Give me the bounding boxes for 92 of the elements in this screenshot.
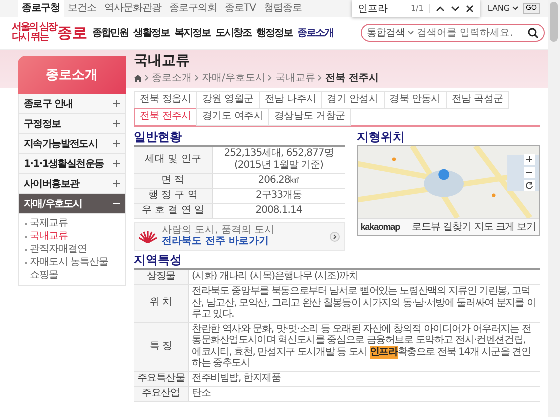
caret-icon [408, 31, 414, 35]
table-cell: 2008.1.14 [212, 204, 345, 218]
city-tab[interactable]: 경기도 여주시 [196, 108, 270, 126]
zoom-out-icon[interactable] [524, 167, 535, 178]
sidebar-item[interactable]: 구정정보 [19, 114, 125, 134]
table-cell: 전라북도 중앙부를 북동으로부터 남서로 뻗어있는 노령산맥의 지류인 기린봉, 고덕산, 남고산, 모악산, 그리고 완산 칠봉등이 시가지의 동·남·서방에 둘러싸여 분지를 이루고 있다. [188, 284, 540, 322]
page-title: 국내교류 [134, 53, 191, 70]
table-cell: 206.28㎢ [212, 174, 345, 188]
top-link[interactable]: 종로TV [221, 0, 260, 17]
table-header-cell: 행 정 구 역 [134, 188, 213, 204]
close-icon[interactable] [466, 4, 474, 12]
search-scope-select[interactable]: 통합검색 [367, 26, 405, 40]
minus-icon [113, 200, 120, 207]
table-cell: 찬란한 역사와 문화, 맛·멋·소리 등 오래된 자산에 창의적 아이디어가 어우러지는 전통문화산업도시이며 혁신도시를 중심으로 금융허브로 도약하고 전시·컨벤션건립, 에코시티, 효천, 만성지구 도시개발 등 도시 인프라확충으로 전북 14개 시군을 견인하는 중추도시 [188, 322, 540, 371]
table-cell: 탄소 [188, 386, 540, 401]
nav-item[interactable]: 생활정보 [133, 26, 170, 40]
chevron-right-icon [145, 75, 149, 81]
refresh-icon[interactable] [524, 180, 535, 191]
submenu-item[interactable]: 국제교류 [30, 217, 68, 230]
city-tab[interactable]: 전남 곡성군 [446, 91, 510, 109]
match-count: 1/1 [410, 4, 430, 13]
sidebar-title-banner: 종로소개 [18, 56, 126, 94]
map-link[interactable]: 로드뷰 [412, 220, 440, 234]
city-tab[interactable]: 경기 안성시 [321, 91, 385, 109]
nav-item[interactable]: 종합민원 [92, 26, 128, 40]
search-icon[interactable] [528, 28, 539, 38]
table-cell: 2구33개동 [212, 188, 345, 204]
top-link[interactable]: 역사문화관광 [100, 0, 166, 17]
table-header-cell: 특 징 [134, 322, 188, 371]
language-select[interactable]: LANG [488, 4, 520, 13]
table-header-cell: 우 호 결 연 일 [134, 204, 213, 218]
sidebar-item[interactable]: 사이버홍보관 [19, 174, 125, 194]
find-query[interactable]: 인프라 [358, 2, 405, 16]
city-tab[interactable]: 경북 안동시 [384, 91, 447, 109]
table-header-cell: 주요특산물 [134, 371, 188, 386]
section-heading: 지형위치 [356, 130, 406, 144]
chevron-right-icon [195, 75, 199, 81]
table-cell: 252,135세대, 652,877명 (2015년 1월말 기준) [212, 146, 345, 174]
city-tab[interactable]: 경상남도 거창군 [268, 108, 352, 126]
flower-logo-icon [139, 230, 157, 242]
banner-link[interactable]: 전라북도 전주 바로가기 [162, 236, 325, 248]
submenu-item[interactable]: 자매도시 농특산물 쇼핑몰 [30, 256, 119, 282]
breadcrumb-link[interactable]: 전북 전주시 [325, 71, 379, 85]
table-header-cell: 위 치 [134, 284, 188, 322]
table-header-cell: 세대 및 인구 [134, 146, 213, 174]
top-link[interactable]: 종로구청 [18, 0, 64, 17]
breadcrumb-link[interactable]: 자매/우호도시 [202, 71, 266, 85]
sidebar-item[interactable]: 종로구 안내 [19, 94, 125, 114]
map-link[interactable]: 길찾기 [443, 220, 472, 234]
submenu-item[interactable]: 관직자매결연 [30, 243, 87, 256]
table-header-cell: 면 적 [134, 174, 213, 188]
table-cell: (시화) 개나리 (시목)은행나무 (시조)까치 [188, 269, 540, 284]
plus-icon [113, 120, 120, 127]
nav-item[interactable]: 복지정보 [174, 26, 210, 40]
plus-icon [113, 140, 120, 147]
search-input[interactable]: 검색어를 입력하세요. [417, 28, 525, 38]
plus-icon [113, 160, 120, 167]
nav-item[interactable]: 도시창조 [215, 26, 252, 40]
map-link[interactable]: 지도 크게 보기 [474, 220, 536, 234]
search-field[interactable]: 통합검색 검색어를 입력하세요. [361, 24, 545, 42]
sidebar-item[interactable]: 1·1·1생활실천운동 [19, 154, 125, 174]
nav-item[interactable]: 행정정보 [256, 26, 292, 40]
plus-icon [113, 180, 120, 187]
scrollbar[interactable] [548, 0, 560, 417]
breadcrumb-link[interactable]: 국내교류 [275, 71, 316, 85]
down-chevron-icon[interactable] [450, 6, 460, 12]
sidebar-item[interactable]: 자매/우호도시 [19, 194, 125, 214]
chevron-right-icon[interactable] [330, 232, 340, 242]
top-link[interactable]: 청렴종로 [260, 0, 306, 17]
section-heading: 지역특성 [134, 253, 183, 267]
caret-icon [512, 6, 520, 11]
home-icon[interactable] [134, 74, 142, 82]
submenu-item[interactable]: 국내교류 [30, 230, 68, 243]
city-tab[interactable]: 전북 정읍시 [134, 91, 198, 109]
link-banner[interactable]: 사람의 도시, 품격의 도시 전라북도 전주 바로가기 [134, 222, 345, 251]
section-heading: 일반현황 [134, 130, 183, 144]
chevron-right-icon [318, 75, 322, 81]
map-brand-logo: kakaomap [360, 222, 400, 232]
table-cell: 전주비빔밥, 한지제품 [188, 371, 540, 386]
table-header-cell: 상징물 [134, 269, 188, 284]
zoom-in-icon[interactable] [524, 154, 535, 165]
nav-item[interactable]: 종로소개 [297, 26, 334, 40]
chevron-right-icon [268, 75, 272, 81]
table-header-cell: 주요산업 [134, 386, 188, 401]
city-tab[interactable]: 전북 전주시 [134, 108, 198, 126]
plus-icon [113, 100, 120, 107]
top-link[interactable]: 보건소 [64, 0, 100, 17]
sidebar-item[interactable]: 지속가능발전도시 [19, 134, 125, 154]
top-link[interactable]: 종로구의회 [166, 0, 221, 17]
banner-caption: 사람의 도시, 품격의 도시 [162, 225, 276, 236]
breadcrumb-link[interactable]: 종로소개 [152, 71, 192, 85]
up-chevron-icon[interactable] [436, 6, 445, 12]
